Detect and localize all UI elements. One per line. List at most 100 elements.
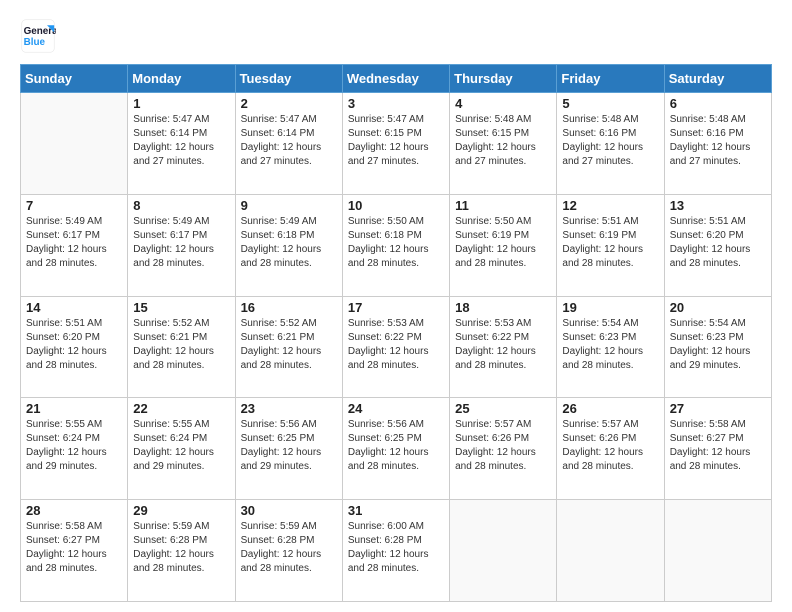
- calendar-cell: 11 Sunrise: 5:50 AM Sunset: 6:19 PM Dayli…: [450, 194, 557, 296]
- day-info: Sunrise: 5:57 AM Sunset: 6:26 PM Dayligh…: [455, 418, 551, 474]
- weekday-header-row: SundayMondayTuesdayWednesdayThursdayFrid…: [21, 65, 772, 93]
- day-number: 30: [241, 503, 337, 518]
- day-number: 10: [348, 198, 444, 213]
- day-number: 19: [562, 300, 658, 315]
- day-number: 2: [241, 96, 337, 111]
- day-number: 21: [26, 401, 122, 416]
- day-number: 23: [241, 401, 337, 416]
- calendar-cell: 29 Sunrise: 5:59 AM Sunset: 6:28 PM Dayli…: [128, 500, 235, 602]
- calendar-cell: 2 Sunrise: 5:47 AM Sunset: 6:14 PM Daylig…: [235, 93, 342, 195]
- calendar-cell: 7 Sunrise: 5:49 AM Sunset: 6:17 PM Daylig…: [21, 194, 128, 296]
- calendar-cell: 16Sunrise: 5:52 AM Sunset: 6:21 PM Dayli…: [235, 296, 342, 398]
- day-number: 5: [562, 96, 658, 111]
- day-info: Sunrise: 5:54 AM Sunset: 6:23 PM Dayligh…: [562, 317, 658, 373]
- calendar-cell: 17 Sunrise: 5:53 AM Sunset: 6:22 PM Dayli…: [342, 296, 449, 398]
- day-number: 9: [241, 198, 337, 213]
- day-number: 28: [26, 503, 122, 518]
- day-number: 22: [133, 401, 229, 416]
- day-number: 29: [133, 503, 229, 518]
- day-number: 4: [455, 96, 551, 111]
- calendar-cell: 19 Sunrise: 5:54 AM Sunset: 6:23 PM Dayli…: [557, 296, 664, 398]
- calendar-cell: [450, 500, 557, 602]
- day-number: 3: [348, 96, 444, 111]
- day-info: Sunrise: 5:58 AM Sunset: 6:27 PM Dayligh…: [26, 520, 122, 576]
- calendar-cell: 21 Sunrise: 5:55 AM Sunset: 6:24 PM Dayli…: [21, 398, 128, 500]
- day-info: Sunrise: 5:52 AM Sunset: 6:21 PM Dayligh…: [133, 317, 229, 373]
- weekday-header-wednesday: Wednesday: [342, 65, 449, 93]
- day-info: Sunrise: 5:48 AM Sunset: 6:16 PM Dayligh…: [670, 113, 766, 169]
- logo-icon: General Blue: [20, 18, 56, 54]
- day-info: Sunrise: 5:53 AM Sunset: 6:22 PM Dayligh…: [348, 317, 444, 373]
- day-info: Sunrise: 5:55 AM Sunset: 6:24 PM Dayligh…: [26, 418, 122, 474]
- day-number: 25: [455, 401, 551, 416]
- calendar-cell: 5Sunrise: 5:48 AM Sunset: 6:16 PM Daylig…: [557, 93, 664, 195]
- calendar-cell: 25 Sunrise: 5:57 AM Sunset: 6:26 PM Dayli…: [450, 398, 557, 500]
- calendar-cell: 3 Sunrise: 5:47 AM Sunset: 6:15 PM Daylig…: [342, 93, 449, 195]
- week-row-1: 1 Sunrise: 5:47 AM Sunset: 6:14 PM Daylig…: [21, 93, 772, 195]
- day-info: Sunrise: 5:51 AM Sunset: 6:20 PM Dayligh…: [26, 317, 122, 373]
- day-info: Sunrise: 5:47 AM Sunset: 6:15 PM Dayligh…: [348, 113, 444, 169]
- calendar-page: General Blue SundayMondayTuesdayWednesda…: [0, 0, 792, 612]
- weekday-header-friday: Friday: [557, 65, 664, 93]
- day-number: 1: [133, 96, 229, 111]
- day-info: Sunrise: 5:49 AM Sunset: 6:17 PM Dayligh…: [133, 215, 229, 271]
- day-number: 27: [670, 401, 766, 416]
- day-number: 15: [133, 300, 229, 315]
- calendar-cell: 1 Sunrise: 5:47 AM Sunset: 6:14 PM Daylig…: [128, 93, 235, 195]
- calendar-cell: 24Sunrise: 5:56 AM Sunset: 6:25 PM Dayli…: [342, 398, 449, 500]
- day-info: Sunrise: 5:51 AM Sunset: 6:19 PM Dayligh…: [562, 215, 658, 271]
- logo: General Blue: [20, 18, 56, 54]
- weekday-header-sunday: Sunday: [21, 65, 128, 93]
- day-info: Sunrise: 5:47 AM Sunset: 6:14 PM Dayligh…: [133, 113, 229, 169]
- calendar-cell: 10Sunrise: 5:50 AM Sunset: 6:18 PM Dayli…: [342, 194, 449, 296]
- calendar-cell: 15 Sunrise: 5:52 AM Sunset: 6:21 PM Dayli…: [128, 296, 235, 398]
- calendar-cell: 27 Sunrise: 5:58 AM Sunset: 6:27 PM Dayli…: [664, 398, 771, 500]
- day-number: 31: [348, 503, 444, 518]
- day-info: Sunrise: 5:59 AM Sunset: 6:28 PM Dayligh…: [133, 520, 229, 576]
- calendar-cell: 23Sunrise: 5:56 AM Sunset: 6:25 PM Dayli…: [235, 398, 342, 500]
- week-row-4: 21 Sunrise: 5:55 AM Sunset: 6:24 PM Dayli…: [21, 398, 772, 500]
- calendar-cell: 12Sunrise: 5:51 AM Sunset: 6:19 PM Dayli…: [557, 194, 664, 296]
- calendar-cell: 31 Sunrise: 6:00 AM Sunset: 6:28 PM Dayli…: [342, 500, 449, 602]
- day-info: Sunrise: 5:58 AM Sunset: 6:27 PM Dayligh…: [670, 418, 766, 474]
- weekday-header-tuesday: Tuesday: [235, 65, 342, 93]
- day-number: 7: [26, 198, 122, 213]
- day-number: 20: [670, 300, 766, 315]
- day-number: 6: [670, 96, 766, 111]
- weekday-header-thursday: Thursday: [450, 65, 557, 93]
- weekday-header-monday: Monday: [128, 65, 235, 93]
- day-number: 14: [26, 300, 122, 315]
- day-number: 13: [670, 198, 766, 213]
- day-info: Sunrise: 5:59 AM Sunset: 6:28 PM Dayligh…: [241, 520, 337, 576]
- day-number: 11: [455, 198, 551, 213]
- day-info: Sunrise: 5:53 AM Sunset: 6:22 PM Dayligh…: [455, 317, 551, 373]
- calendar-cell: 6 Sunrise: 5:48 AM Sunset: 6:16 PM Daylig…: [664, 93, 771, 195]
- calendar-cell: 28 Sunrise: 5:58 AM Sunset: 6:27 PM Dayli…: [21, 500, 128, 602]
- weekday-header-saturday: Saturday: [664, 65, 771, 93]
- day-number: 24: [348, 401, 444, 416]
- day-info: Sunrise: 5:48 AM Sunset: 6:15 PM Dayligh…: [455, 113, 551, 169]
- week-row-2: 7 Sunrise: 5:49 AM Sunset: 6:17 PM Daylig…: [21, 194, 772, 296]
- day-info: Sunrise: 5:49 AM Sunset: 6:18 PM Dayligh…: [241, 215, 337, 271]
- calendar-cell: 30 Sunrise: 5:59 AM Sunset: 6:28 PM Dayli…: [235, 500, 342, 602]
- day-number: 17: [348, 300, 444, 315]
- day-number: 26: [562, 401, 658, 416]
- day-info: Sunrise: 6:00 AM Sunset: 6:28 PM Dayligh…: [348, 520, 444, 576]
- day-info: Sunrise: 5:55 AM Sunset: 6:24 PM Dayligh…: [133, 418, 229, 474]
- day-info: Sunrise: 5:51 AM Sunset: 6:20 PM Dayligh…: [670, 215, 766, 271]
- week-row-3: 14 Sunrise: 5:51 AM Sunset: 6:20 PM Dayli…: [21, 296, 772, 398]
- calendar-cell: 18Sunrise: 5:53 AM Sunset: 6:22 PM Dayli…: [450, 296, 557, 398]
- calendar-cell: 9 Sunrise: 5:49 AM Sunset: 6:18 PM Daylig…: [235, 194, 342, 296]
- day-info: Sunrise: 5:49 AM Sunset: 6:17 PM Dayligh…: [26, 215, 122, 271]
- calendar-cell: 8 Sunrise: 5:49 AM Sunset: 6:17 PM Daylig…: [128, 194, 235, 296]
- calendar-cell: 26 Sunrise: 5:57 AM Sunset: 6:26 PM Dayli…: [557, 398, 664, 500]
- day-number: 16: [241, 300, 337, 315]
- day-info: Sunrise: 5:57 AM Sunset: 6:26 PM Dayligh…: [562, 418, 658, 474]
- day-info: Sunrise: 5:47 AM Sunset: 6:14 PM Dayligh…: [241, 113, 337, 169]
- day-info: Sunrise: 5:50 AM Sunset: 6:19 PM Dayligh…: [455, 215, 551, 271]
- day-number: 8: [133, 198, 229, 213]
- svg-text:Blue: Blue: [24, 37, 46, 48]
- header: General Blue: [20, 18, 772, 54]
- calendar-cell: [21, 93, 128, 195]
- calendar-cell: 22 Sunrise: 5:55 AM Sunset: 6:24 PM Dayli…: [128, 398, 235, 500]
